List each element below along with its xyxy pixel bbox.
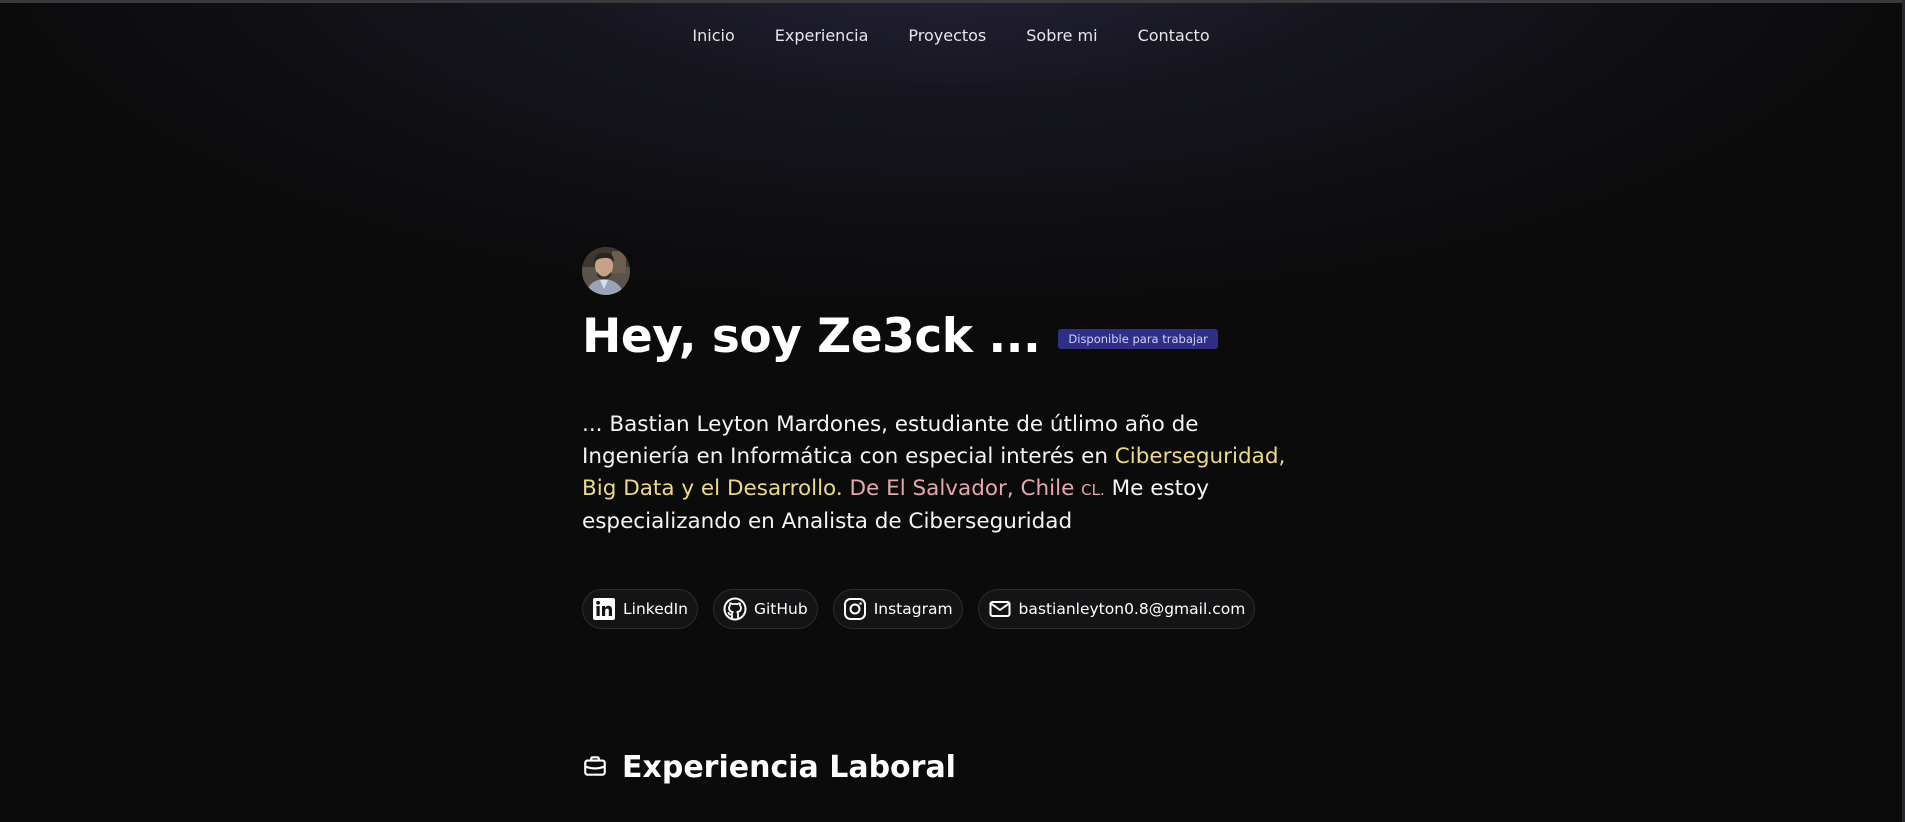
page-title: Hey, soy Ze3ck ... [582, 309, 1041, 364]
mail-icon [988, 597, 1012, 621]
github-button[interactable]: GitHub [712, 589, 818, 629]
linkedin-icon [592, 597, 616, 621]
nav-link-sobre-mi[interactable]: Sobre mi [1006, 22, 1117, 50]
description-country-code: CL. [1081, 481, 1105, 499]
nav-link-inicio[interactable]: Inicio [672, 22, 754, 50]
nav-links: Inicio Experiencia Proyectos Sobre mi Co… [672, 22, 1229, 50]
briefcase-icon [582, 753, 608, 783]
main-nav: Inicio Experiencia Proyectos Sobre mi Co… [0, 22, 1905, 50]
top-border [0, 0, 1905, 3]
github-icon [723, 597, 747, 621]
experience-section-heading: Experiencia Laboral [582, 748, 956, 788]
github-label: GitHub [753, 600, 808, 618]
status-badge: Disponible para trabajar [1058, 329, 1218, 349]
nav-link-contacto[interactable]: Contacto [1118, 22, 1230, 50]
hero-description: ... Bastian Leyton Mardones, estudiante … [582, 409, 1302, 538]
hero-section: Hey, soy Ze3ck ... Disponible para traba… [582, 247, 1302, 629]
nav-link-proyectos[interactable]: Proyectos [888, 22, 1006, 50]
nav-link-experiencia[interactable]: Experiencia [755, 22, 889, 50]
instagram-label: Instagram [873, 600, 953, 618]
email-button[interactable]: bastianleyton0.8@gmail.com [977, 589, 1256, 629]
email-label: bastianleyton0.8@gmail.com [1018, 600, 1246, 618]
avatar-photo [582, 247, 630, 295]
section-title: Experiencia Laboral [622, 750, 956, 785]
linkedin-label: LinkedIn [623, 600, 688, 618]
title-row: Hey, soy Ze3ck ... Disponible para traba… [582, 309, 1302, 365]
linkedin-button[interactable]: LinkedIn [582, 589, 698, 629]
instagram-icon [843, 597, 867, 621]
description-intro: ... Bastian Leyton Mardones, estudiante … [582, 412, 1199, 469]
description-location: De El Salvador, Chile [842, 476, 1082, 501]
avatar [582, 247, 630, 295]
instagram-button[interactable]: Instagram [832, 589, 963, 629]
social-links: LinkedIn GitHub Instagram bastianleyton0… [582, 589, 1302, 629]
